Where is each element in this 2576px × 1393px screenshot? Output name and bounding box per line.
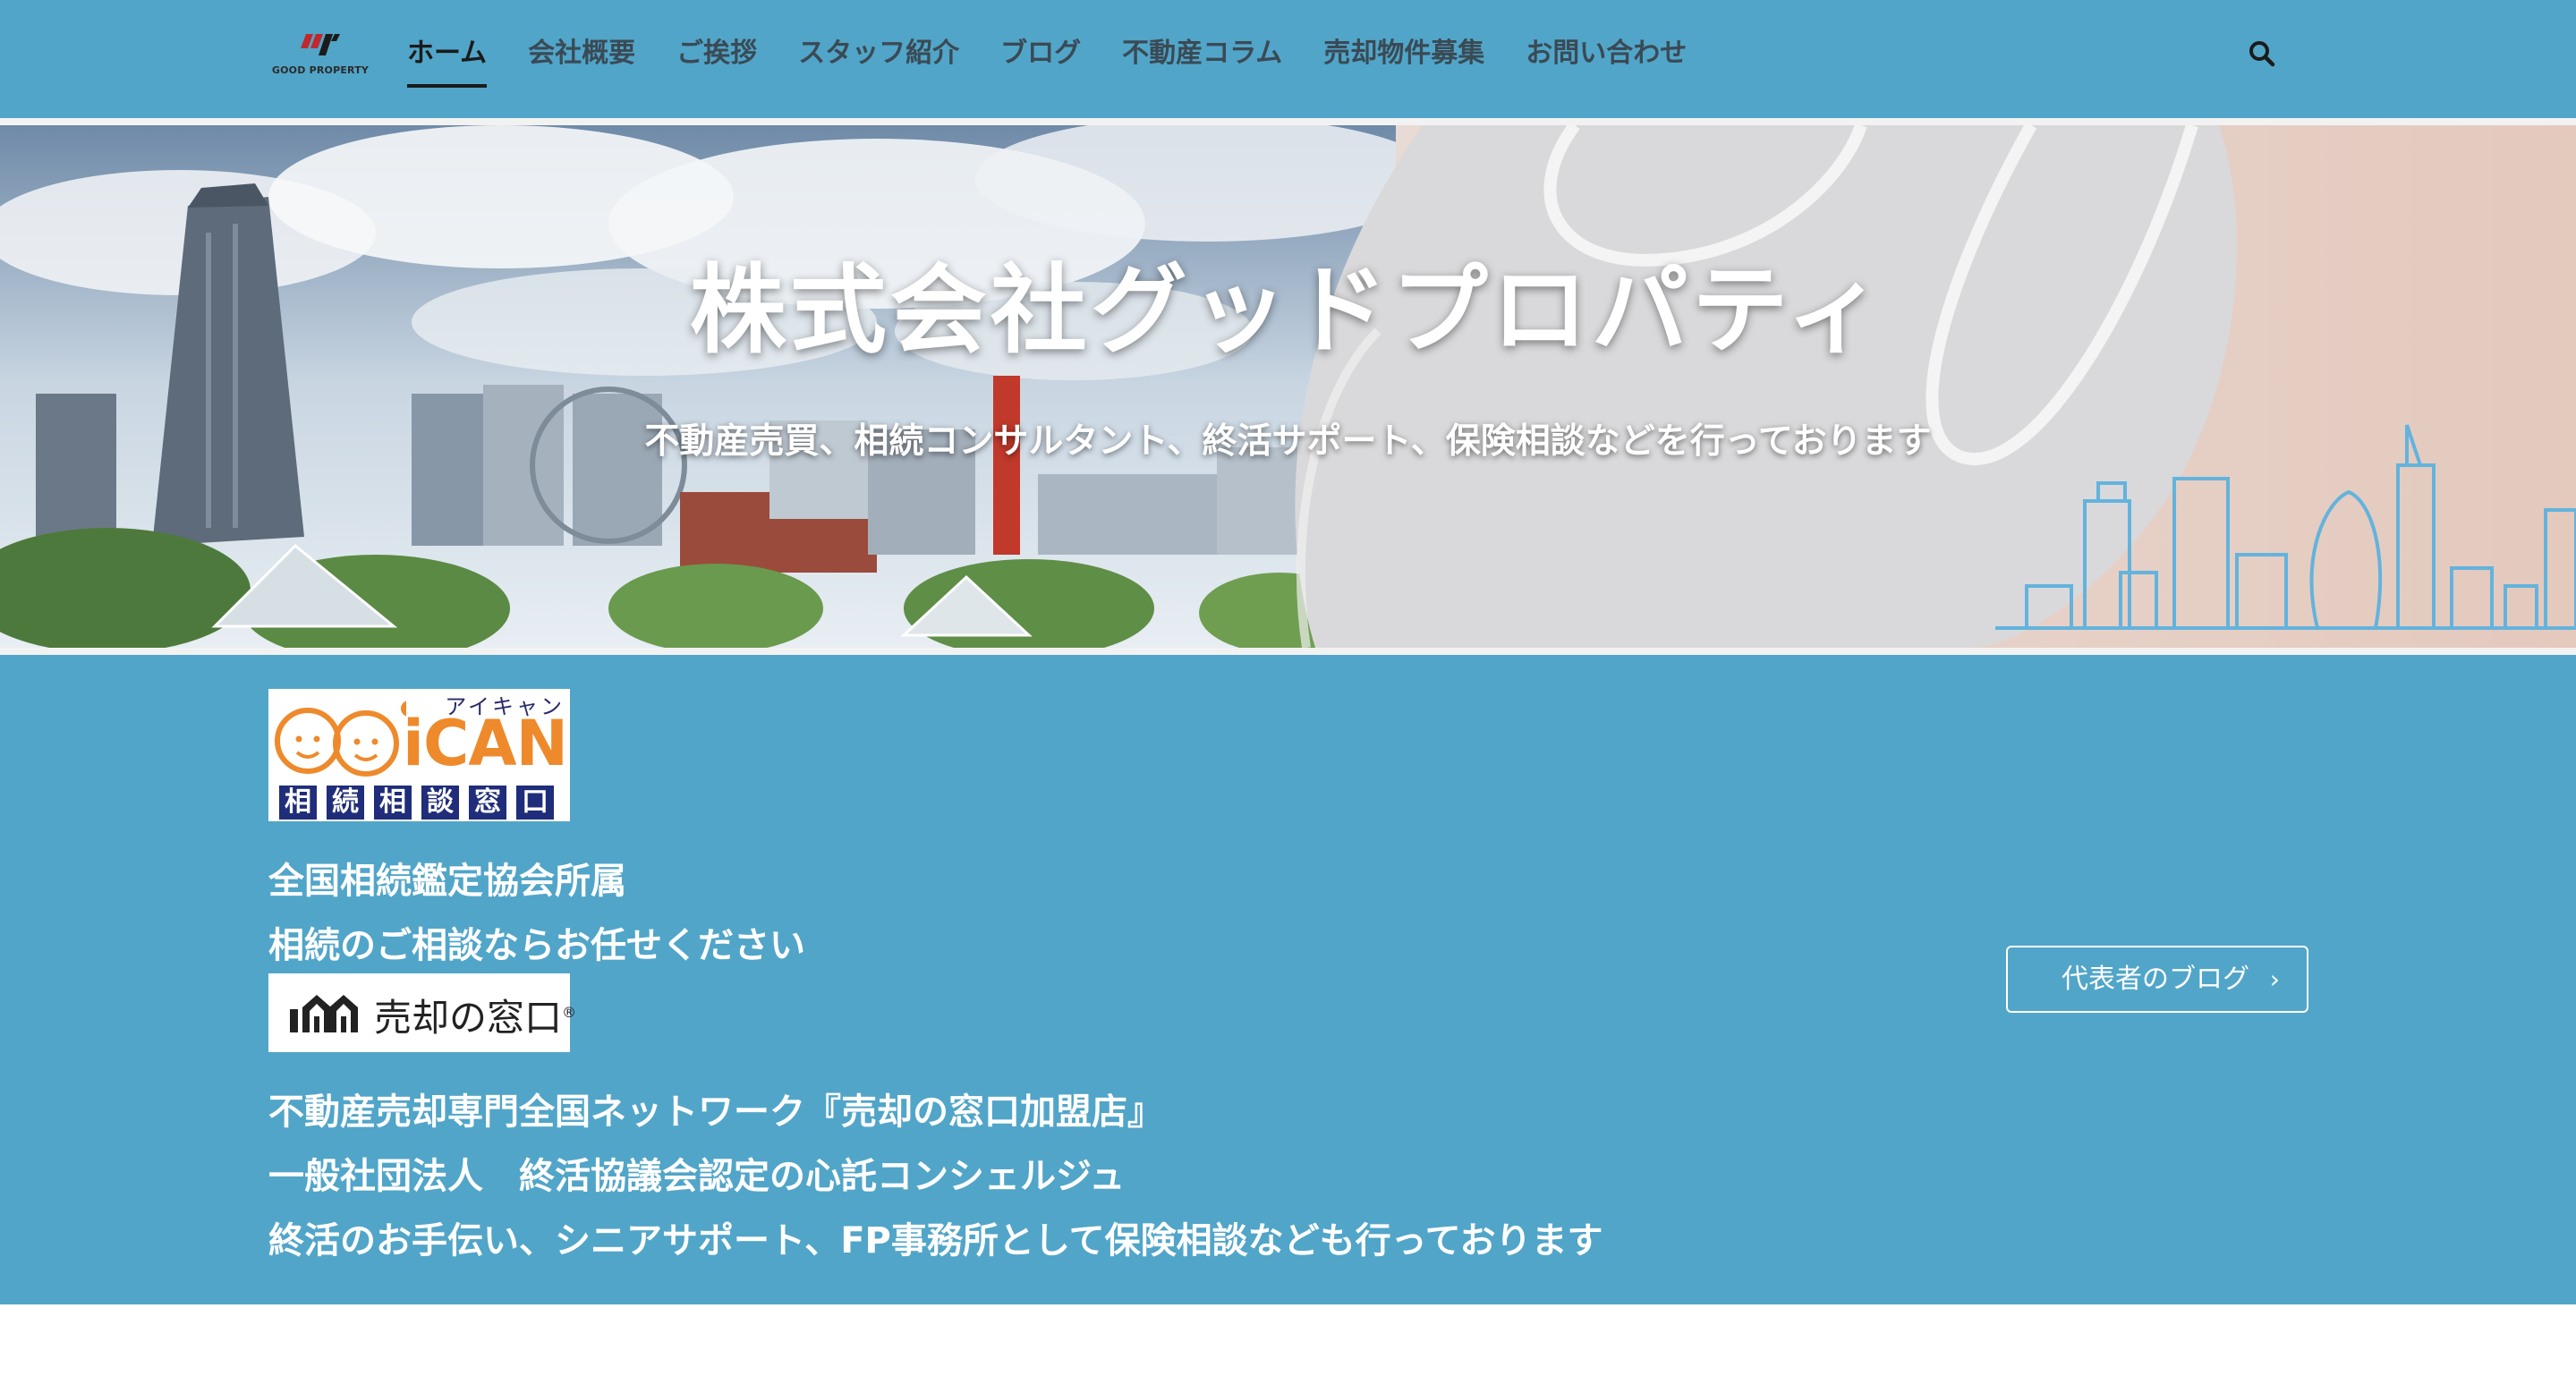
nav-item-company[interactable]: 会社概要 <box>528 0 635 107</box>
nav-item-listing-wanted[interactable]: 売却物件募集 <box>1323 0 1484 107</box>
info-line-consultation: 相続のご相談ならお任せください <box>268 925 805 966</box>
info-line-network: 不動産売却専門全国ネットワーク『売却の窓口加盟店』 <box>268 1091 1163 1133</box>
ican-faces-icon <box>275 701 406 777</box>
chevron-right-icon: › <box>2269 964 2280 994</box>
hero-top-border <box>0 118 2576 125</box>
main-menu: ホーム 会社概要 ご挨拶 スタッフ紹介 ブログ 不動産コラム 売却物件募集 お問… <box>407 0 1728 107</box>
baikyaku-logo-text: 売却の窓口® <box>374 996 577 1040</box>
ican-word: iCAN <box>403 707 568 780</box>
info-line-concierge: 一般社団法人 終活協議会認定の心託コンシェルジュ <box>268 1156 1126 1197</box>
hero-subtitle: 不動産売買、相続コンサルタント、終活サポート、保険相談などを行っております <box>644 421 1932 462</box>
nav-item-contact[interactable]: お問い合わせ <box>1526 0 1687 107</box>
hero-title: 株式会社グッドプロパティ <box>689 255 1887 367</box>
representative-blog-button[interactable]: 代表者のブログ › <box>2006 946 2308 1013</box>
nav-item-greeting[interactable]: ご挨拶 <box>676 0 757 107</box>
ican-box: 窓 <box>469 786 506 820</box>
ican-box: 相 <box>374 786 412 820</box>
hero-banner: 株式会社グッドプロパティ 不動産売買、相続コンサルタント、終活サポート、保険相談… <box>0 125 2576 648</box>
nav-item-column[interactable]: 不動産コラム <box>1122 0 1282 107</box>
house-mark-icon <box>290 995 358 1032</box>
info-section: アイキャン iCAN 相 続 相 談 窓 口 全国相続鑑定協会所属 相続のご相談… <box>0 655 2576 1304</box>
site-logo[interactable]: GOOD PROPERTY <box>270 32 370 82</box>
nav-item-home[interactable]: ホーム <box>407 0 488 107</box>
nav-item-staff[interactable]: スタッフ紹介 <box>798 0 959 107</box>
ican-label-boxes: 相 続 相 談 窓 口 <box>279 786 564 820</box>
logo-caption: GOOD PROPERTY <box>271 64 370 76</box>
search-icon <box>2249 41 2275 67</box>
ican-box: 口 <box>516 786 554 820</box>
ican-box: 続 <box>327 786 364 820</box>
search-button[interactable] <box>2246 38 2278 70</box>
info-line-association: 全国相続鑑定協会所属 <box>268 861 626 902</box>
nav-item-blog[interactable]: ブログ <box>1000 0 1081 107</box>
blog-button-label: 代表者のブログ <box>2062 964 2249 995</box>
info-line-services: 終活のお手伝い、シニアサポート、FP事務所として保険相談なども行っております <box>268 1220 1603 1261</box>
baikyaku-madoguchi-logo[interactable]: 売却の窓口® <box>268 973 576 1052</box>
site-header: GOOD PROPERTY ホーム 会社概要 ご挨拶 スタッフ紹介 ブログ 不動… <box>0 0 2576 118</box>
ican-logo[interactable]: アイキャン iCAN 相 続 相 談 窓 口 <box>268 689 570 821</box>
ican-box: 談 <box>421 786 459 820</box>
hero-background-image <box>0 125 2576 648</box>
ican-box: 相 <box>279 786 317 820</box>
good-property-logo-mark <box>301 34 340 55</box>
hero-bottom-border <box>0 648 2576 655</box>
